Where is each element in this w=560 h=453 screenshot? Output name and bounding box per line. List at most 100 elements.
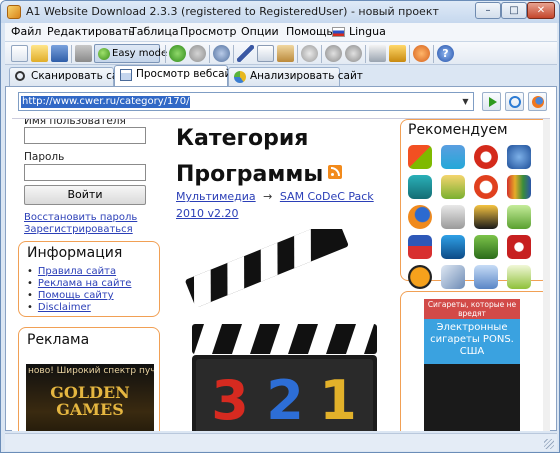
toolbar-separator	[297, 45, 298, 63]
open-in-ie-button[interactable]	[505, 92, 524, 111]
title-bar[interactable]: A1 Website Download 2.3.3 (registered to…	[1, 1, 559, 23]
key-icon[interactable]	[389, 45, 406, 62]
menu-edit[interactable]: Редактировать	[47, 25, 135, 38]
banner-title: GOLDEN GAMES	[50, 383, 130, 419]
open-in-firefox-button[interactable]	[528, 92, 547, 111]
tab-scan-site[interactable]: Сканировать сайт	[9, 67, 131, 86]
android-icon[interactable]	[507, 205, 531, 229]
media-player-icon[interactable]	[474, 145, 498, 169]
toolbar-separator	[433, 45, 434, 63]
toolbar-separator	[365, 45, 366, 63]
skype-icon[interactable]	[408, 175, 432, 199]
resize-grip-icon[interactable]	[544, 439, 554, 449]
help-icon[interactable]: ?	[437, 45, 454, 62]
flag-icon[interactable]	[408, 235, 432, 259]
breadcrumb-parent-link[interactable]: Мультимедиа	[176, 190, 256, 203]
tools-icon[interactable]	[441, 265, 465, 289]
window-title: A1 Website Download 2.3.3 (registered to…	[26, 5, 439, 18]
winrar-icon[interactable]	[507, 175, 531, 199]
vlc-icon[interactable]	[408, 265, 432, 289]
tab-label: Анализировать сайт	[250, 70, 363, 82]
x4-icon[interactable]	[474, 235, 498, 259]
rss-icon[interactable]	[328, 165, 342, 179]
minimize-button[interactable]: –	[475, 2, 501, 19]
pons-banner[interactable]: Сигареты, которые не вредят Электронные …	[424, 299, 520, 431]
save-icon[interactable]	[51, 45, 68, 62]
play-icon	[489, 97, 497, 107]
back-icon[interactable]	[169, 45, 186, 62]
banner-text: ново! Широкий спектр пуч	[28, 366, 154, 376]
info-link-disclaimer[interactable]: Disclaimer	[27, 302, 91, 313]
ads-title: Реклама	[27, 332, 90, 348]
easy-mode-button[interactable]: Easy mode	[94, 44, 167, 63]
print-icon[interactable]	[75, 45, 92, 62]
menu-table[interactable]: Таблица	[130, 25, 179, 38]
document-app-icon[interactable]	[474, 265, 498, 289]
restore-password-link[interactable]: Восстановить пароль	[24, 212, 137, 223]
stalker-icon[interactable]	[474, 205, 498, 229]
paste-icon[interactable]	[277, 45, 294, 62]
toolbar-separator	[71, 45, 72, 63]
firefox-app-icon[interactable]	[408, 205, 432, 229]
address-bar: http://www.cwer.ru/category/170/ ▼	[12, 92, 552, 112]
tree-icon[interactable]	[441, 175, 465, 199]
info-link-ads[interactable]: Реклама на сайте	[27, 278, 132, 289]
pons-text: Электронные сигареты PONS. США	[430, 322, 514, 357]
copy-icon[interactable]	[257, 45, 274, 62]
website-view-panel: http://www.cwer.ru/category/170/ ▼ Имя п…	[5, 86, 557, 431]
toolbar-separator	[209, 45, 210, 63]
menu-help[interactable]: Помощь	[286, 25, 333, 38]
easy-mode-label: Easy mode	[112, 48, 168, 59]
cut-icon[interactable]	[237, 45, 254, 62]
info-link-help[interactable]: Помощь сайту	[27, 290, 114, 301]
pie-icon	[234, 71, 246, 83]
open-folder-icon[interactable]	[31, 45, 48, 62]
maximize-button[interactable]: □	[501, 2, 527, 19]
page-scrollbar[interactable]	[543, 119, 550, 431]
chevron-down-icon[interactable]: ▼	[459, 94, 472, 109]
login-button[interactable]: Войти	[24, 185, 146, 205]
menu-options[interactable]: Опции	[241, 25, 279, 38]
go-button[interactable]	[482, 92, 501, 111]
toolbar-separator	[165, 45, 166, 63]
close-button[interactable]: ✕	[527, 2, 555, 19]
tab-view-website[interactable]: Просмотр вебсайта	[114, 65, 244, 86]
menu-file[interactable]: Файл	[11, 25, 41, 38]
network-icon[interactable]	[507, 145, 531, 169]
golden-games-banner[interactable]: ново! Широкий спектр пуч GOLDEN GAMES	[26, 364, 154, 431]
undo-icon[interactable]	[301, 45, 318, 62]
ccleaner-icon[interactable]	[474, 175, 498, 199]
toolbar: Easy mode ?	[5, 41, 557, 65]
disc-icon[interactable]	[507, 235, 531, 259]
url-input[interactable]: http://www.cwer.ru/category/170/ ▼	[18, 92, 474, 111]
magnifier-icon	[15, 71, 25, 81]
pons-warning: Сигареты, которые не вредят	[424, 299, 520, 319]
page-title: Категория Программы	[176, 121, 323, 193]
title-line-1: Категория	[176, 126, 309, 151]
info-box: Информация Правила сайта Реклама на сайт…	[18, 241, 160, 317]
find-icon[interactable]	[325, 45, 342, 62]
password-field[interactable]	[24, 164, 146, 181]
refresh-icon[interactable]	[213, 45, 230, 62]
find-next-icon[interactable]	[345, 45, 362, 62]
menu-view[interactable]: Просмотр	[180, 25, 236, 38]
photoshop-icon[interactable]	[441, 235, 465, 259]
cart-icon[interactable]	[369, 45, 386, 62]
web-page-view[interactable]: Имя пользователя Пароль Войти Восстанови…	[12, 118, 550, 431]
windows-icon[interactable]	[408, 145, 432, 169]
options-icon[interactable]	[413, 45, 430, 62]
new-project-icon[interactable]	[11, 45, 28, 62]
register-link[interactable]: Зарегистрироваться	[24, 224, 133, 235]
username-field[interactable]	[24, 127, 146, 144]
games-icon[interactable]	[441, 205, 465, 229]
money-icon[interactable]	[507, 265, 531, 289]
info-link-rules[interactable]: Правила сайта	[27, 266, 116, 277]
clapper-digit-1: 1	[319, 369, 357, 431]
stop-icon[interactable]	[189, 45, 206, 62]
tab-analyze-site[interactable]: Анализировать сайт	[228, 67, 363, 86]
mail-icon[interactable]	[441, 145, 465, 169]
clapperboard-image[interactable]: 3 2 1	[182, 229, 382, 431]
tab-bar: Сканировать сайт Просмотр вебсайта Анали…	[5, 65, 557, 86]
easy-mode-icon	[98, 48, 110, 60]
menu-lingua[interactable]: Lingua	[349, 25, 386, 38]
